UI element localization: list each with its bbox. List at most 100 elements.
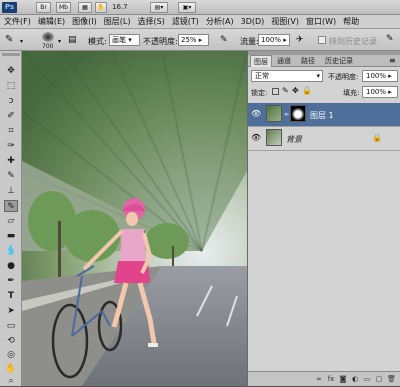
menu-3d[interactable]: 3D(D) [241,17,265,26]
move-tool-icon[interactable]: ✥ [4,65,18,77]
background-thumbnail [266,129,282,146]
new-group-icon[interactable]: ▭ [363,375,371,383]
layer-name[interactable]: 图层 1 [310,110,334,121]
photoshop-logo: Ps [2,2,17,13]
opacity-label: 不透明度: [143,37,178,46]
blend-mode-value: 正常 [255,72,269,80]
hand-tool-icon[interactable]: ✋ [95,2,107,13]
menu-select[interactable]: 选择(S) [137,16,164,27]
menu-filter[interactable]: 滤镜(T) [172,16,199,27]
menu-image[interactable]: 图像(I) [72,16,97,27]
panel-menu-icon[interactable]: ≡ [389,56,396,65]
lock-transparency-icon[interactable] [272,88,279,95]
zoom-tool-icon[interactable]: ⌕ [4,375,18,387]
brush-picker-dropdown-icon[interactable]: ▾ [58,38,61,45]
screen-mode-button[interactable]: ▣▾ [178,2,196,13]
lock-all-icon[interactable]: 🔒 [302,86,312,95]
opacity-value: 25% [181,36,197,44]
quick-selection-tool-icon[interactable]: ✐ [4,110,18,122]
tab-history[interactable]: 历史记录 [322,55,356,67]
path-selection-tool-icon[interactable]: ➤ [4,305,18,317]
lock-icon: 🔒 [372,133,382,142]
new-layer-icon[interactable]: ▢ [375,375,383,383]
lock-image-icon[interactable]: ✎ [282,86,289,95]
marquee-tool-icon[interactable]: ⬚ [4,80,18,92]
arrange-documents-button[interactable]: ▤▾ [150,2,168,13]
menu-view[interactable]: 视图(V) [271,16,299,27]
history-brush-icon[interactable]: ✎ [5,34,13,45]
mini-bridge-button[interactable]: Mb [56,2,71,13]
tab-paths[interactable]: 路径 [298,55,318,67]
history-brush-tool-icon[interactable]: ✎ [4,200,18,212]
tool-preset-dropdown-icon[interactable]: ▾ [20,38,23,45]
brush-tool-icon[interactable]: ✎ [4,170,18,182]
options-bar: ✎ ▾ 700 ▾ ▤ 模式: 画笔 ▾ 不透明度: 25% ▸ ✎ 流量: 1… [0,29,400,51]
menu-file[interactable]: 文件(F) [4,16,31,27]
tablet-pressure-icon[interactable]: ✎ [386,34,394,44]
eyedropper-tool-icon[interactable]: ✑ [4,140,18,152]
fill-label: 填充: [343,89,360,97]
opacity-field[interactable]: 25% ▸ [178,34,209,46]
fill-value: 100% [366,88,387,96]
lock-label: 锁定: [251,89,268,97]
healing-brush-tool-icon[interactable]: ✚ [4,155,18,167]
airbrush-icon[interactable]: ✈ [296,35,304,45]
layer-row-layer1[interactable]: 👁 ∞ 图层 1 [248,103,400,127]
brush-panel-icon[interactable]: ▤ [68,35,77,45]
shape-tool-icon[interactable]: ▭ [4,320,18,332]
menu-edit[interactable]: 编辑(E) [38,16,65,27]
link-icon[interactable]: ∞ [284,111,289,118]
panel-tabs: 图层 通道 路径 历史记录 ≡ [248,55,400,67]
crop-tool-icon[interactable]: ⌗ [4,125,18,137]
layers-panel-footer: ∞ fx ◙ ◐ ▭ ▢ 🗑 [248,371,400,386]
delete-layer-icon[interactable]: 🗑 [387,375,396,383]
menu-help[interactable]: 帮助 [343,16,359,27]
layer-row-background[interactable]: 👁 背景 🔒 [248,127,400,151]
menu-bar: 文件(F) 编辑(E) 图像(I) 图层(L) 选择(S) 滤镜(T) 分析(A… [0,15,400,29]
document-canvas[interactable] [22,51,247,386]
grid-view-button[interactable]: ▦ [78,2,92,13]
visibility-eye-icon[interactable]: 👁 [251,133,261,142]
layer-thumbnail [266,105,282,122]
clone-stamp-tool-icon[interactable]: ⊥ [4,185,18,197]
lasso-tool-icon[interactable]: ↄ [4,95,18,107]
pen-tool-icon[interactable]: ✒ [4,275,18,287]
blend-mode-select[interactable]: 正常 ▾ [251,70,323,82]
menu-layer[interactable]: 图层(L) [104,16,131,27]
hand-tool-icon-panel[interactable]: ✋ [4,363,18,375]
layer-style-icon[interactable]: fx [327,375,335,383]
dodge-tool-icon[interactable]: ● [4,260,18,272]
layer-mask-thumbnail[interactable] [290,105,306,122]
menu-window[interactable]: 窗口(W) [306,16,336,27]
link-layers-icon[interactable]: ∞ [315,375,323,383]
3d-rotate-tool-icon[interactable]: ⟲ [4,335,18,347]
tab-channels[interactable]: 通道 [274,55,294,67]
bridge-button[interactable]: Br [36,2,51,13]
layer-opacity-field[interactable]: 100% ▸ [362,70,398,82]
mode-label: 模式: [88,37,107,46]
add-mask-icon[interactable]: ◙ [339,375,347,383]
layer-name[interactable]: 背景 [286,134,302,145]
mode-select[interactable]: 画笔 ▾ [109,34,140,46]
blur-tool-icon[interactable]: 💧 [4,245,18,257]
flow-field[interactable]: 100% ▸ [258,34,290,46]
menu-analysis[interactable]: 分析(A) [206,16,234,27]
tab-layers[interactable]: 图层 [250,55,272,67]
visibility-eye-icon[interactable]: 👁 [251,109,261,118]
erase-to-history-label: 抹到历史记录 [329,37,377,46]
flow-label: 流量: [240,37,259,46]
lock-position-icon[interactable]: ✥ [292,86,299,95]
pressure-opacity-icon[interactable]: ✎ [220,35,228,45]
eraser-tool-icon[interactable]: ▱ [4,215,18,227]
layers-panel: 图层 通道 路径 历史记录 ≡ 正常 ▾ 不透明度: 100% ▸ 锁定: ✎ ✥… [247,51,400,386]
gradient-tool-icon[interactable]: ▬ [4,230,18,242]
brush-tip-preview[interactable] [42,32,54,42]
photo-canvas-image [22,51,247,386]
3d-orbit-tool-icon[interactable]: ◎ [4,349,18,361]
zoom-level[interactable]: 16.7 [112,3,128,11]
tools-panel-grip[interactable] [2,53,20,56]
adjustment-layer-icon[interactable]: ◐ [351,375,359,383]
type-tool-icon[interactable]: T [4,290,18,302]
fill-field[interactable]: 100% ▸ [362,86,398,98]
erase-to-history-checkbox[interactable] [318,36,326,44]
